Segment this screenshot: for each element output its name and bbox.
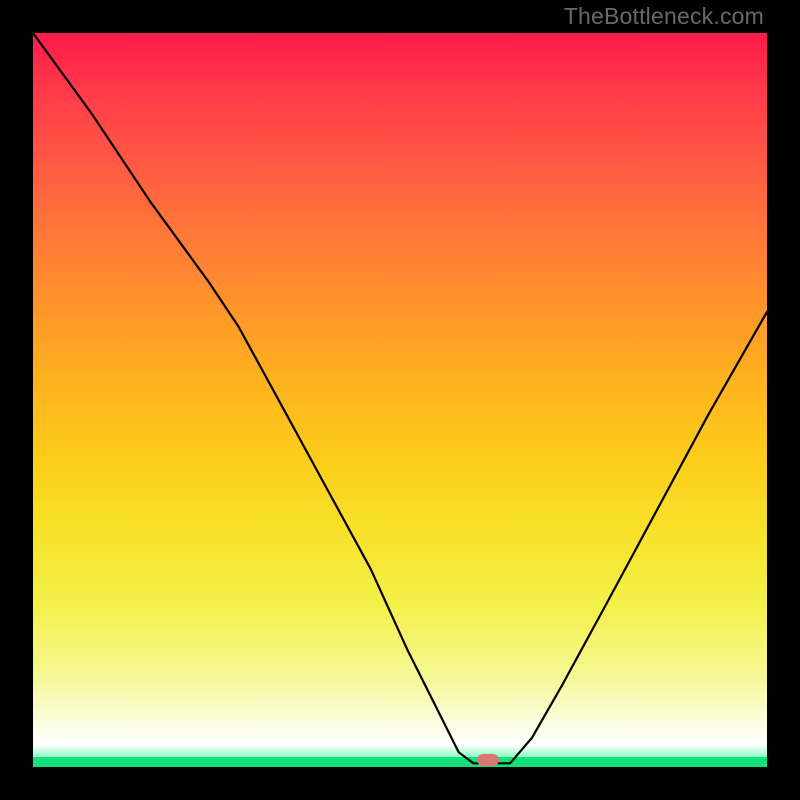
bottleneck-curve-svg	[33, 33, 767, 767]
watermark-text: TheBottleneck.com	[564, 3, 764, 30]
chart-plot-area	[33, 33, 767, 767]
optimal-point-marker	[477, 754, 499, 766]
bottleneck-curve-path	[33, 33, 767, 763]
